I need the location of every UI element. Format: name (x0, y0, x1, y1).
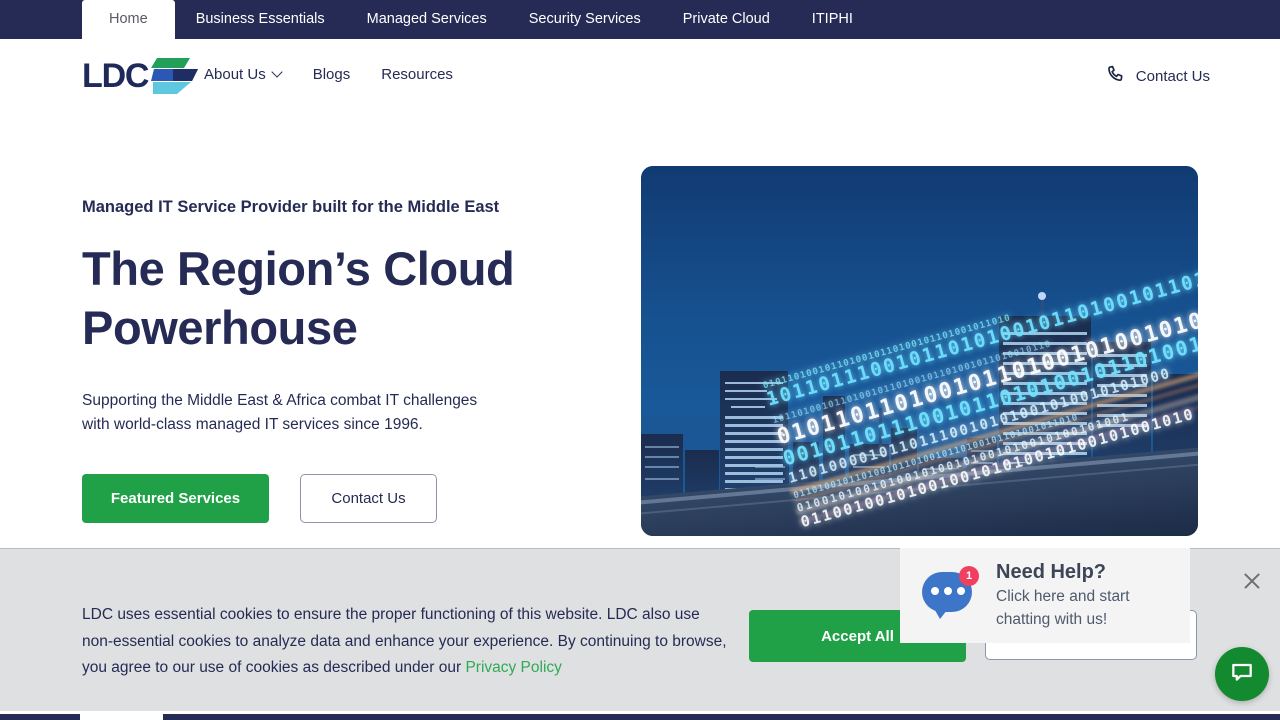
hero-image: 0101101001011010010110100101101001011010… (641, 166, 1198, 536)
logo[interactable]: LDC (82, 56, 204, 96)
logo-wordmark: LDC (82, 57, 149, 95)
header-contact-us-link[interactable]: Contact Us (1106, 64, 1210, 89)
tab-private-cloud-label: Private Cloud (682, 11, 770, 28)
page-root: Home Business Essentials Managed Service… (0, 0, 1280, 720)
privacy-policy-link[interactable]: Privacy Policy (465, 659, 561, 676)
tab-private-cloud[interactable]: Private Cloud (662, 0, 791, 39)
nav-item-blogs[interactable]: Blogs (313, 66, 351, 83)
chat-invite-subtext-line-2: chatting with us! (996, 611, 1108, 628)
phone-icon (1106, 64, 1127, 89)
hero-description-line-2: with world-class managed IT services sin… (82, 415, 423, 433)
chat-invite-heading: Need Help? (996, 561, 1107, 584)
hero-contact-us-button[interactable]: Contact Us (300, 474, 437, 523)
page-bottom-bar-left (0, 714, 80, 720)
chat-unread-badge: 1 (959, 565, 979, 586)
nav-item-resources[interactable]: Resources (381, 66, 453, 83)
hero-heading-line-1: The Region’s Cloud (82, 242, 515, 296)
chat-invite-popup[interactable]: 1 Need Help? Click here and start chatti… (900, 548, 1190, 643)
tab-security-services-label: Security Services (528, 11, 641, 28)
main-navigation: About Us Blogs Resources (204, 66, 484, 83)
chat-invite-text: Need Help? Click here and start chatting… (996, 561, 1130, 629)
chat-bubble-icon (1229, 659, 1255, 690)
tab-home-label: Home (109, 11, 148, 28)
chat-launcher-button[interactable] (1215, 647, 1269, 701)
hero-cta-row: Featured Services Contact Us (82, 474, 622, 523)
page-title: The Region’s Cloud Powerhouse (82, 240, 622, 357)
close-icon[interactable] (1240, 569, 1264, 593)
hero-eyebrow: Managed IT Service Provider built for th… (82, 198, 500, 216)
cookie-consent-body: LDC uses essential cookies to ensure the… (82, 606, 727, 677)
hero-heading-line-2: Powerhouse (82, 300, 358, 354)
tab-business-essentials-label: Business Essentials (195, 11, 325, 28)
ldc-stacked-bands-logo-icon (151, 57, 204, 95)
tab-home[interactable]: Home (82, 0, 175, 39)
page-bottom-bar-right (163, 714, 1280, 720)
top-nav-tabs: Home Business Essentials Managed Service… (0, 0, 874, 39)
hero-copy: Managed IT Service Provider built for th… (82, 197, 622, 523)
featured-services-button[interactable]: Featured Services (82, 474, 269, 523)
hero-description: Supporting the Middle East & Africa comb… (82, 389, 622, 437)
nav-item-blogs-label: Blogs (312, 66, 351, 83)
tab-managed-services[interactable]: Managed Services (346, 0, 508, 39)
chat-bubble-dots-icon: 1 (922, 565, 979, 622)
nav-item-resources-label: Resources (381, 66, 453, 83)
tab-itiphi-label: ITIPHI (811, 11, 853, 28)
nav-item-about-us-label: About Us (204, 66, 266, 83)
tab-managed-services-label: Managed Services (366, 11, 487, 28)
cookie-consent-text: LDC uses essential cookies to ensure the… (82, 602, 732, 682)
header-contact-us-label: Contact Us (1135, 68, 1210, 85)
chat-invite-subtext-line-1: Click here and start (996, 588, 1130, 606)
chevron-down-icon (273, 68, 282, 77)
tab-itiphi[interactable]: ITIPHI (791, 0, 874, 39)
nav-item-about-us[interactable]: About Us (204, 66, 282, 83)
top-navigation-bar: Home Business Essentials Managed Service… (0, 0, 1280, 39)
tab-business-essentials[interactable]: Business Essentials (175, 0, 346, 39)
hero-description-line-1: Supporting the Middle East & Africa comb… (82, 391, 478, 409)
tab-security-services[interactable]: Security Services (508, 0, 662, 39)
